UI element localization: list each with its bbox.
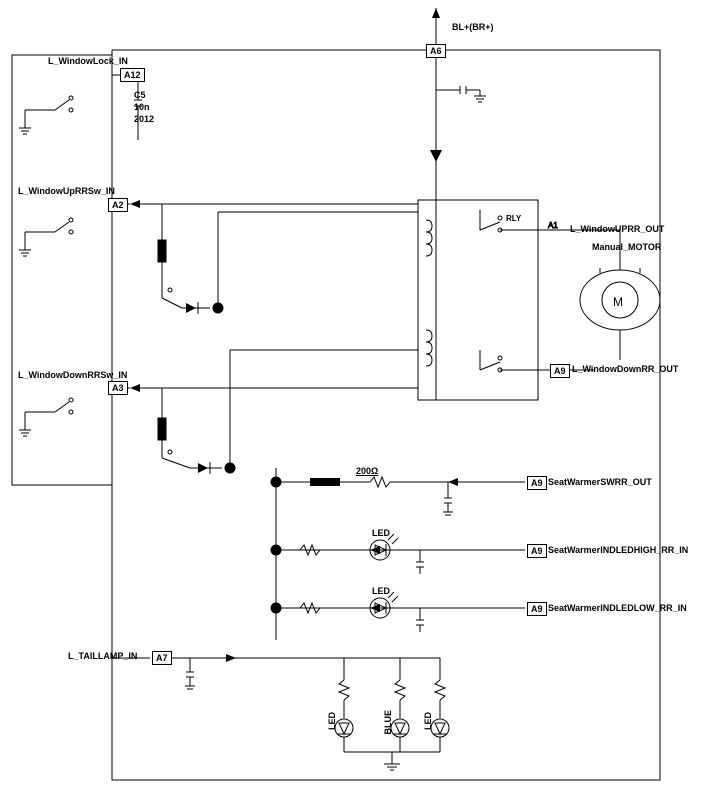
label-windowlock: L_WindowLock_IN	[48, 56, 128, 66]
component-led1: LED	[372, 528, 390, 538]
label-blue: BLUE	[383, 710, 393, 735]
label-seatwarmer-high: SeatWarmerINDLEDHIGH_RR_IN	[548, 545, 688, 555]
label-bl: BL+(BR+)	[452, 22, 494, 32]
pin-A12: A12	[120, 68, 145, 82]
label-windowuprr: L_WindowUpRRSw_IN	[18, 186, 115, 196]
pin-A3: A3	[108, 381, 128, 395]
component-led2: LED	[372, 586, 390, 596]
pin-A9-downout: A9	[550, 364, 570, 378]
label-windowdownrr: L_WindowDownRRSw_IN	[18, 370, 127, 380]
motor-letter: M	[613, 295, 623, 309]
label-led-right: LED	[423, 712, 433, 730]
pin-A2: A2	[108, 198, 128, 212]
label-windowdownout: L_WindowDownRR_OUT	[572, 364, 678, 374]
component-c5-pkg: 2012	[134, 114, 154, 124]
component-rly: RLY	[506, 214, 521, 223]
label-seatwarmer-sw: SeatWarmerSWRR_OUT	[548, 477, 652, 487]
label-led-left: LED	[327, 712, 337, 730]
pin-A9-high: A9	[527, 544, 547, 558]
label-seatwarmer-low: SeatWarmerINDLEDLOW_RR_IN	[548, 603, 687, 613]
schematic-canvas: A1	[0, 0, 701, 804]
svg-text:A1: A1	[548, 221, 558, 230]
label-taillamp: L_TAILLAMP_IN	[68, 651, 137, 661]
label-windowupout: L_WindowUPRR_OUT	[570, 224, 664, 234]
pin-A9-low: A9	[527, 602, 547, 616]
pin-A7: A7	[152, 651, 172, 665]
pin-A9-sw: A9	[527, 476, 547, 490]
component-c5-ref: C5	[134, 90, 146, 100]
label-manualmotor: Manual_MOTOR	[592, 242, 661, 252]
component-c5-val: 10n	[134, 102, 150, 112]
component-r200: 200Ω	[356, 466, 378, 476]
pin-A6: A6	[426, 44, 446, 58]
